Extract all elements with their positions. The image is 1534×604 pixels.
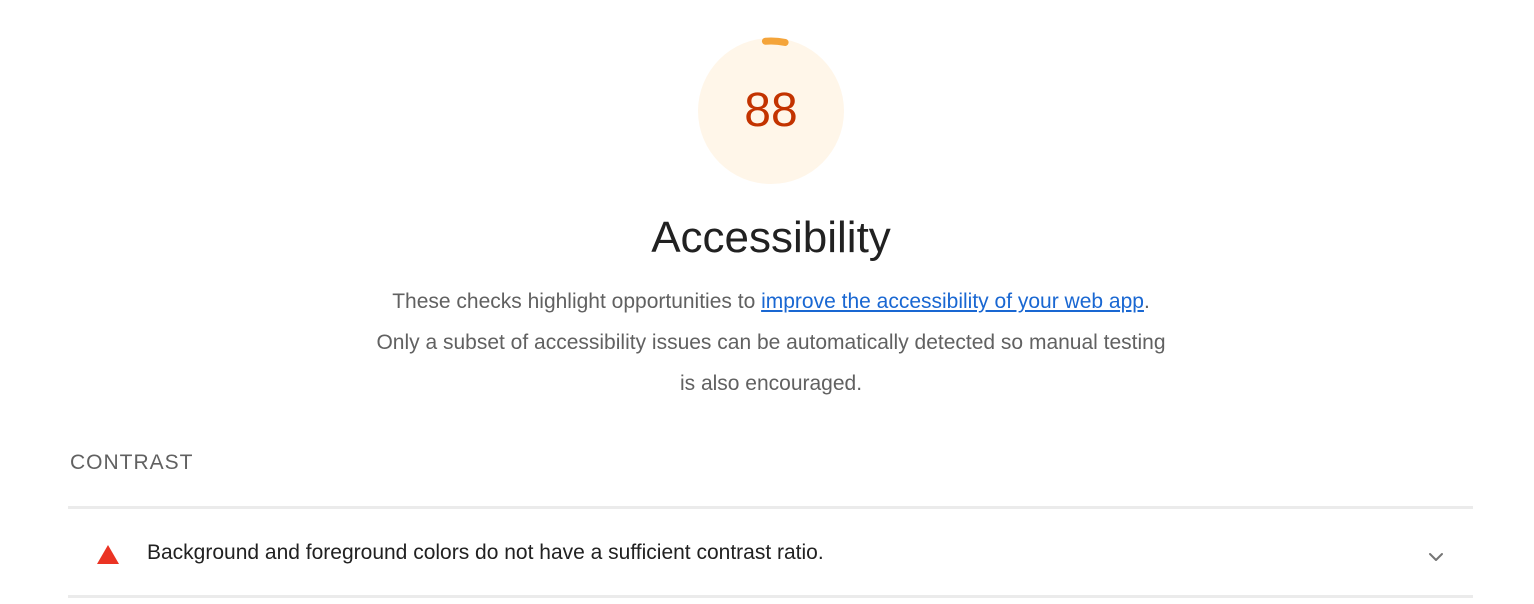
chevron-down-icon[interactable] xyxy=(1424,545,1448,569)
category-title: Accessibility xyxy=(651,213,891,262)
fail-triangle-icon xyxy=(97,545,119,564)
audit-divider-bottom xyxy=(68,595,1473,598)
audit-title: Background and foreground colors do not … xyxy=(147,541,824,564)
description-text-before: These checks highlight opportunities to xyxy=(392,290,762,313)
category-description: These checks highlight opportunities to … xyxy=(370,281,1172,404)
accessibility-learn-more-link[interactable]: improve the accessibility of your web ap… xyxy=(761,290,1144,313)
audit-row-color-contrast[interactable]: Background and foreground colors do not … xyxy=(68,509,1473,595)
group-title-contrast: CONTRAST xyxy=(70,451,194,474)
score-gauge: 88 xyxy=(698,37,844,184)
score-value: 88 xyxy=(744,84,798,137)
